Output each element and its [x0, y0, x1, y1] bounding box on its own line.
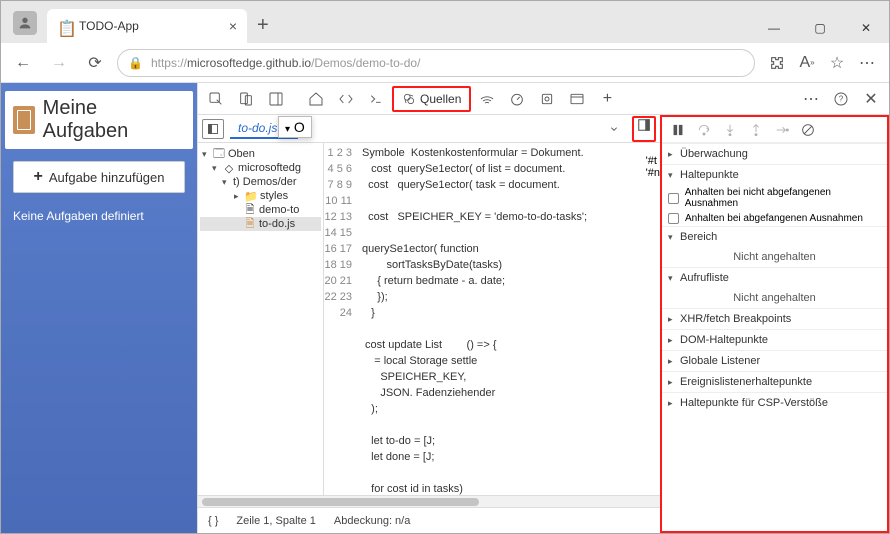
step-into-icon[interactable] — [718, 119, 742, 141]
callstack-section[interactable]: ▾Aufrufliste — [662, 268, 887, 288]
welcome-tab-icon[interactable] — [302, 86, 330, 112]
line-gutter: 1 2 3 4 5 6 7 8 9 10 11 12 13 14 15 16 1… — [324, 143, 358, 495]
new-tab-button[interactable]: + — [257, 14, 269, 37]
devtools: Quellen + ⋯ ? ✕ to-do.js × — [197, 83, 889, 533]
dropdown-menu[interactable]: ▾ O — [278, 116, 312, 138]
performance-icon[interactable] — [503, 86, 531, 112]
deactivate-bp-icon[interactable] — [796, 119, 820, 141]
code-content: Symbole Kostenkostenformular = Dokument.… — [358, 143, 646, 495]
empty-state: Keine Aufgaben definiert — [5, 205, 193, 227]
favorite-icon[interactable]: ☆ — [823, 49, 851, 77]
memory-icon[interactable] — [533, 86, 561, 112]
console-tab-icon[interactable] — [362, 86, 390, 112]
breakpoints-section[interactable]: ▾Haltepunkte — [662, 165, 887, 185]
titlebar: 📋 TODO-App × + — ▢ ✕ — [1, 1, 889, 43]
page-content: Meine Aufgaben + Aufgabe hinzufügen Kein… — [1, 83, 197, 533]
dock-icon[interactable] — [262, 86, 290, 112]
close-devtools-icon[interactable]: ✕ — [857, 86, 885, 112]
debugger-pane: ▸Überwachung ▾Haltepunkte Anhalten bei n… — [660, 115, 889, 533]
xhr-section[interactable]: ▸XHR/fetch Breakpoints — [662, 309, 887, 329]
url-text: https://microsoftedge.github.io/Demos/de… — [151, 56, 421, 70]
plus-icon: + — [34, 168, 43, 186]
tab-title: TODO-App — [79, 19, 221, 33]
page-title: Meine Aufgaben — [43, 97, 185, 143]
extension-icon[interactable] — [763, 49, 791, 77]
add-task-label: Aufgabe hinzufügen — [49, 170, 165, 185]
pause-uncaught-checkbox[interactable]: Anhalten bei nicht abgefangenen Ausnahme… — [662, 185, 887, 211]
svg-text:?: ? — [839, 94, 844, 103]
reading-icon[interactable]: A» — [793, 49, 821, 77]
address-bar: ← → ⟳ 🔒 https://microsoftedge.github.io/… — [1, 43, 889, 83]
step-over-icon[interactable] — [692, 119, 716, 141]
event-listeners-section[interactable]: ▸Ereignislistenerhaltepunkte — [662, 372, 887, 392]
profile-avatar[interactable] — [13, 11, 37, 35]
callstack-not-paused: Nicht angehalten — [662, 288, 887, 308]
forward-button: → — [45, 49, 73, 77]
sources-tab-label: Quellen — [420, 92, 461, 106]
listeners-section[interactable]: ▸Globale Listener — [662, 351, 887, 371]
csp-section[interactable]: ▸Haltepunkte für CSP-Verstöße — [662, 393, 887, 413]
scope-not-paused: Nicht angehalten — [662, 247, 887, 267]
device-icon[interactable] — [232, 86, 260, 112]
url-box[interactable]: 🔒 https://microsoftedge.github.io/Demos/… — [117, 49, 755, 77]
pause-icon[interactable] — [666, 119, 690, 141]
navigator-page-icon[interactable] — [202, 119, 224, 139]
pause-caught-checkbox[interactable]: Anhalten bei abgefangenen Ausnahmen — [662, 211, 887, 226]
step-out-icon[interactable] — [744, 119, 768, 141]
step-icon[interactable] — [770, 119, 794, 141]
code-editor[interactable]: 1 2 3 4 5 6 7 8 9 10 11 12 13 14 15 16 1… — [324, 143, 660, 495]
reload-button[interactable]: ⟳ — [81, 49, 109, 77]
inspect-icon[interactable] — [202, 86, 230, 112]
braces-icon[interactable]: { } — [208, 515, 218, 527]
add-task-button[interactable]: + Aufgabe hinzufügen — [13, 161, 185, 193]
network-icon[interactable] — [473, 86, 501, 112]
cursor-position: Zeile 1, Spalte 1 — [236, 515, 316, 527]
file-tree[interactable]: ▾🗔Oben ▾◇microsoftedg ▾t) Demos/der ▸📁st… — [198, 143, 324, 495]
lock-icon: 🔒 — [128, 56, 143, 70]
tab-favicon: 📋 — [57, 19, 71, 33]
elements-tab-icon[interactable] — [332, 86, 360, 112]
settings-icon[interactable]: ⋯ — [797, 86, 825, 112]
close-tab-icon[interactable]: × — [229, 18, 237, 34]
help-icon[interactable]: ? — [827, 86, 855, 112]
debugger-toolbar — [662, 117, 887, 143]
dom-section[interactable]: ▸DOM-Haltepunkte — [662, 330, 887, 350]
devtools-toolbar: Quellen + ⋯ ? ✕ — [198, 83, 889, 115]
app-icon[interactable] — [563, 86, 591, 112]
close-window-button[interactable]: ✕ — [843, 13, 889, 43]
minimize-button[interactable]: — — [751, 13, 797, 43]
toggle-debugger-pane[interactable] — [632, 116, 656, 142]
scope-section[interactable]: ▾Bereich — [662, 227, 887, 247]
more-files-icon[interactable] — [600, 116, 628, 142]
horizontal-scrollbar[interactable] — [198, 495, 660, 507]
more-tabs-icon[interactable]: + — [593, 86, 621, 112]
sources-tab[interactable]: Quellen — [392, 86, 471, 112]
clipboard-icon — [13, 106, 35, 134]
browser-tab[interactable]: 📋 TODO-App × — [47, 9, 247, 43]
editor-status: { } Zeile 1, Spalte 1 Abdeckung: n/a — [198, 507, 660, 533]
file-tab-label: to-do.js — [238, 121, 277, 135]
maximize-button[interactable]: ▢ — [797, 13, 843, 43]
menu-icon[interactable]: ⋯ — [853, 49, 881, 77]
coverage-status: Abdeckung: n/a — [334, 515, 410, 527]
watch-section[interactable]: ▸Überwachung — [662, 144, 887, 164]
back-button[interactable]: ← — [9, 49, 37, 77]
